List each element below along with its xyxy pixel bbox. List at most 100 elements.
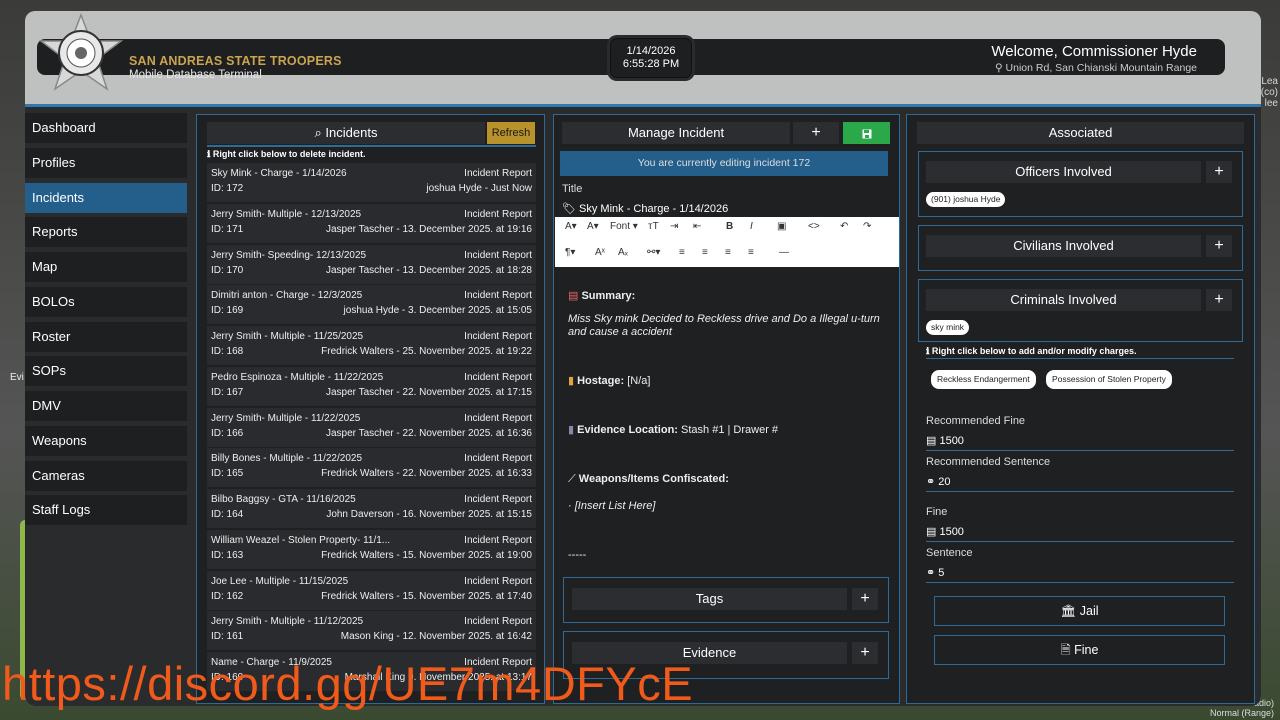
charge-chip[interactable]: Possession of Stolen Property [1046,370,1172,389]
highlight-icon[interactable]: A▾ [587,221,599,232]
save-button[interactable] [843,122,890,144]
bold-icon[interactable]: B [726,221,733,232]
redo-icon[interactable]: ↷ [863,221,871,232]
subscript-icon[interactable]: Aₓ [618,247,628,258]
criminals-title: Criminals Involved [926,289,1201,311]
incident-row[interactable]: Dimitri anton - Charge - 12/3/2025 Incide… [207,285,536,325]
align-center-icon[interactable]: ≡ [702,247,708,258]
incident-id: ID: 162 [211,590,244,602]
incident-row[interactable]: Bilbo Baggsy - GTA - 11/16/2025 Incident … [207,489,536,528]
title-label: Title [562,183,583,195]
font-select[interactable]: Font ▾ [610,221,638,232]
incident-row[interactable]: Joe Lee - Multiple - 11/15/2025 Incident … [207,570,536,610]
title-input[interactable]: 🏷 Sky Mink - Charge - 1/14/2026 [562,202,728,215]
fine-button[interactable]: 🗎 Fine [934,635,1225,665]
org-subtitle: Mobile Database Terminal [129,69,262,81]
incident-type: Incident Report [464,616,532,628]
incident-row[interactable]: Pedro Espinoza - Multiple - 11/22/2025 In… [207,366,536,406]
weapons-value: · [Insert List Here] [568,500,656,512]
search-icon: ⌕ [314,125,326,140]
add-civilian-button[interactable]: + [1206,235,1232,257]
sidebar-item-map[interactable]: Map [25,252,187,282]
link-icon[interactable]: ⚯▾ [647,247,660,258]
bg-text-1: Lea [1261,76,1278,87]
fine-field[interactable]: ▤ 1500 [926,525,964,538]
sidebar-item-sops[interactable]: SOPs [25,356,187,387]
incidents-list: Sky Mink - Charge - 1/14/2026 Incident Re… [207,163,536,698]
incident-meta: John Daverson - 16. November 2025. at 15… [326,509,532,520]
sidebar-item-reports[interactable]: Reports [25,217,187,248]
incident-row[interactable]: Jerry Smith- Multiple - 12/13/2025 Incide… [207,203,536,243]
add-criminal-button[interactable]: + [1206,289,1232,311]
editor-toolbar: A▾ A▾ Font ▾ ᴛT ⇥ ⇤ B I ▣ <> ↶ ↷ ¶▾ Aˣ A… [555,217,899,267]
rec-sentence-label: Recommended Sentence [926,456,1051,468]
incident-meta: Fredrick Walters - 25. November 2025. at… [321,346,532,357]
paragraph-icon[interactable]: ¶▾ [565,247,575,258]
rich-text-editor[interactable]: ▤ Summary: Miss Sky mink Decided to Reck… [555,268,899,571]
outdent-icon[interactable]: ⇤ [693,221,701,232]
jail-button[interactable]: 🏛 Jail [934,596,1225,626]
superscript-icon[interactable]: Aˣ [595,247,605,258]
incident-row[interactable]: Jerry Smith - Multiple - 11/12/2025 Incid… [207,611,536,651]
code-icon[interactable]: <> [808,221,820,232]
undo-icon[interactable]: ↶ [840,221,848,232]
sidebar-item-bolos[interactable]: BOLOs [25,286,187,317]
incident-id: ID: 167 [211,386,244,398]
background-evid-text: Evi [10,372,24,383]
font-size-icon[interactable]: ᴛT [648,221,659,232]
incident-type: Incident Report [464,453,532,465]
incident-type: Incident Report [464,534,532,546]
incident-row[interactable]: Sky Mink - Charge - 1/14/2026 Incident Re… [207,163,536,202]
incident-row[interactable]: Jerry Smith - Multiple - 11/25/2025 Incid… [207,326,536,365]
summary-text: Miss Sky mink Decided to Reckless drive … [568,313,880,338]
justify-icon[interactable]: ≡ [748,247,754,258]
field-underline [926,491,1234,492]
fine-btn-label: Fine [1074,643,1099,657]
add-evidence-button[interactable]: + [852,642,878,664]
sidebar-item-incidents[interactable]: Incidents [25,182,187,213]
sentence-value: 5 [938,567,945,579]
bg-text-2: (co) [1260,87,1278,98]
refresh-button[interactable]: Refresh [487,122,535,144]
radio-text-2: Normal (Range) [1209,708,1274,718]
add-tag-button[interactable]: + [852,588,878,610]
incident-meta: Jasper Tascher - 13. December 2025. at 1… [325,223,532,235]
incident-row[interactable]: William Weazel - Stolen Property- 11/1..… [207,529,536,569]
background-side-text: Lea (co) lee [1261,76,1278,109]
title-value: Sky Mink - Charge - 1/14/2026 [579,203,729,215]
sidebar-item-dashboard[interactable]: Dashboard [25,113,187,143]
incident-title: Sky Mink - Charge - 1/14/2026 [211,168,347,179]
incident-row[interactable]: Jerry Smith- Multiple - 11/22/2025 Incide… [207,407,536,447]
align-left-icon[interactable]: ≡ [679,247,685,258]
sidebar-item-staff-logs[interactable]: Staff Logs [25,495,187,526]
sidebar-nav: Dashboard Profiles Incidents Reports Map… [25,113,187,530]
sidebar-item-weapons[interactable]: Weapons [25,425,187,456]
trooper-badge-logo [38,13,124,91]
evidence-icon: ▮ [568,424,578,436]
charges-note-text: Right click below to add and/or modify c… [931,346,1137,356]
criminal-chip[interactable]: sky mink [926,320,970,335]
incident-row[interactable]: Jerry Smith- Speeding- 12/13/2025 Inciden… [207,244,536,284]
incident-meta: joshua Hyde - Just Now [426,183,532,194]
sidebar-item-profiles[interactable]: Profiles [25,147,187,178]
officer-chip[interactable]: (901) joshua Hyde [926,192,1006,207]
incident-row[interactable]: Billy Bones - Multiple - 11/22/2025 Incid… [207,448,536,488]
new-incident-button[interactable]: + [793,122,839,144]
indent-icon[interactable]: ⇥ [670,221,678,232]
italic-icon[interactable]: I [750,221,753,232]
sidebar-item-roster[interactable]: Roster [25,321,187,352]
charge-chip[interactable]: Reckless Endangerment [931,370,1036,389]
sidebar-item-cameras[interactable]: Cameras [25,460,187,491]
rec-sentence-value: 20 [938,476,951,488]
sidebar-item-dmv[interactable]: DMV [25,391,187,421]
add-officer-button[interactable]: + [1206,161,1232,183]
incident-type: Incident Report [464,575,532,587]
horizontal-rule-icon[interactable]: — [779,247,789,258]
align-right-icon[interactable]: ≡ [725,247,731,258]
incidents-header: ⌕ Incidents [207,122,485,144]
sentence-field[interactable]: ⚭ 5 [926,566,944,579]
image-icon[interactable]: ▣ [777,221,786,232]
incidents-title: Incidents [325,125,378,140]
incident-type: Incident Report [464,168,532,179]
font-color-icon[interactable]: A▾ [565,221,577,232]
